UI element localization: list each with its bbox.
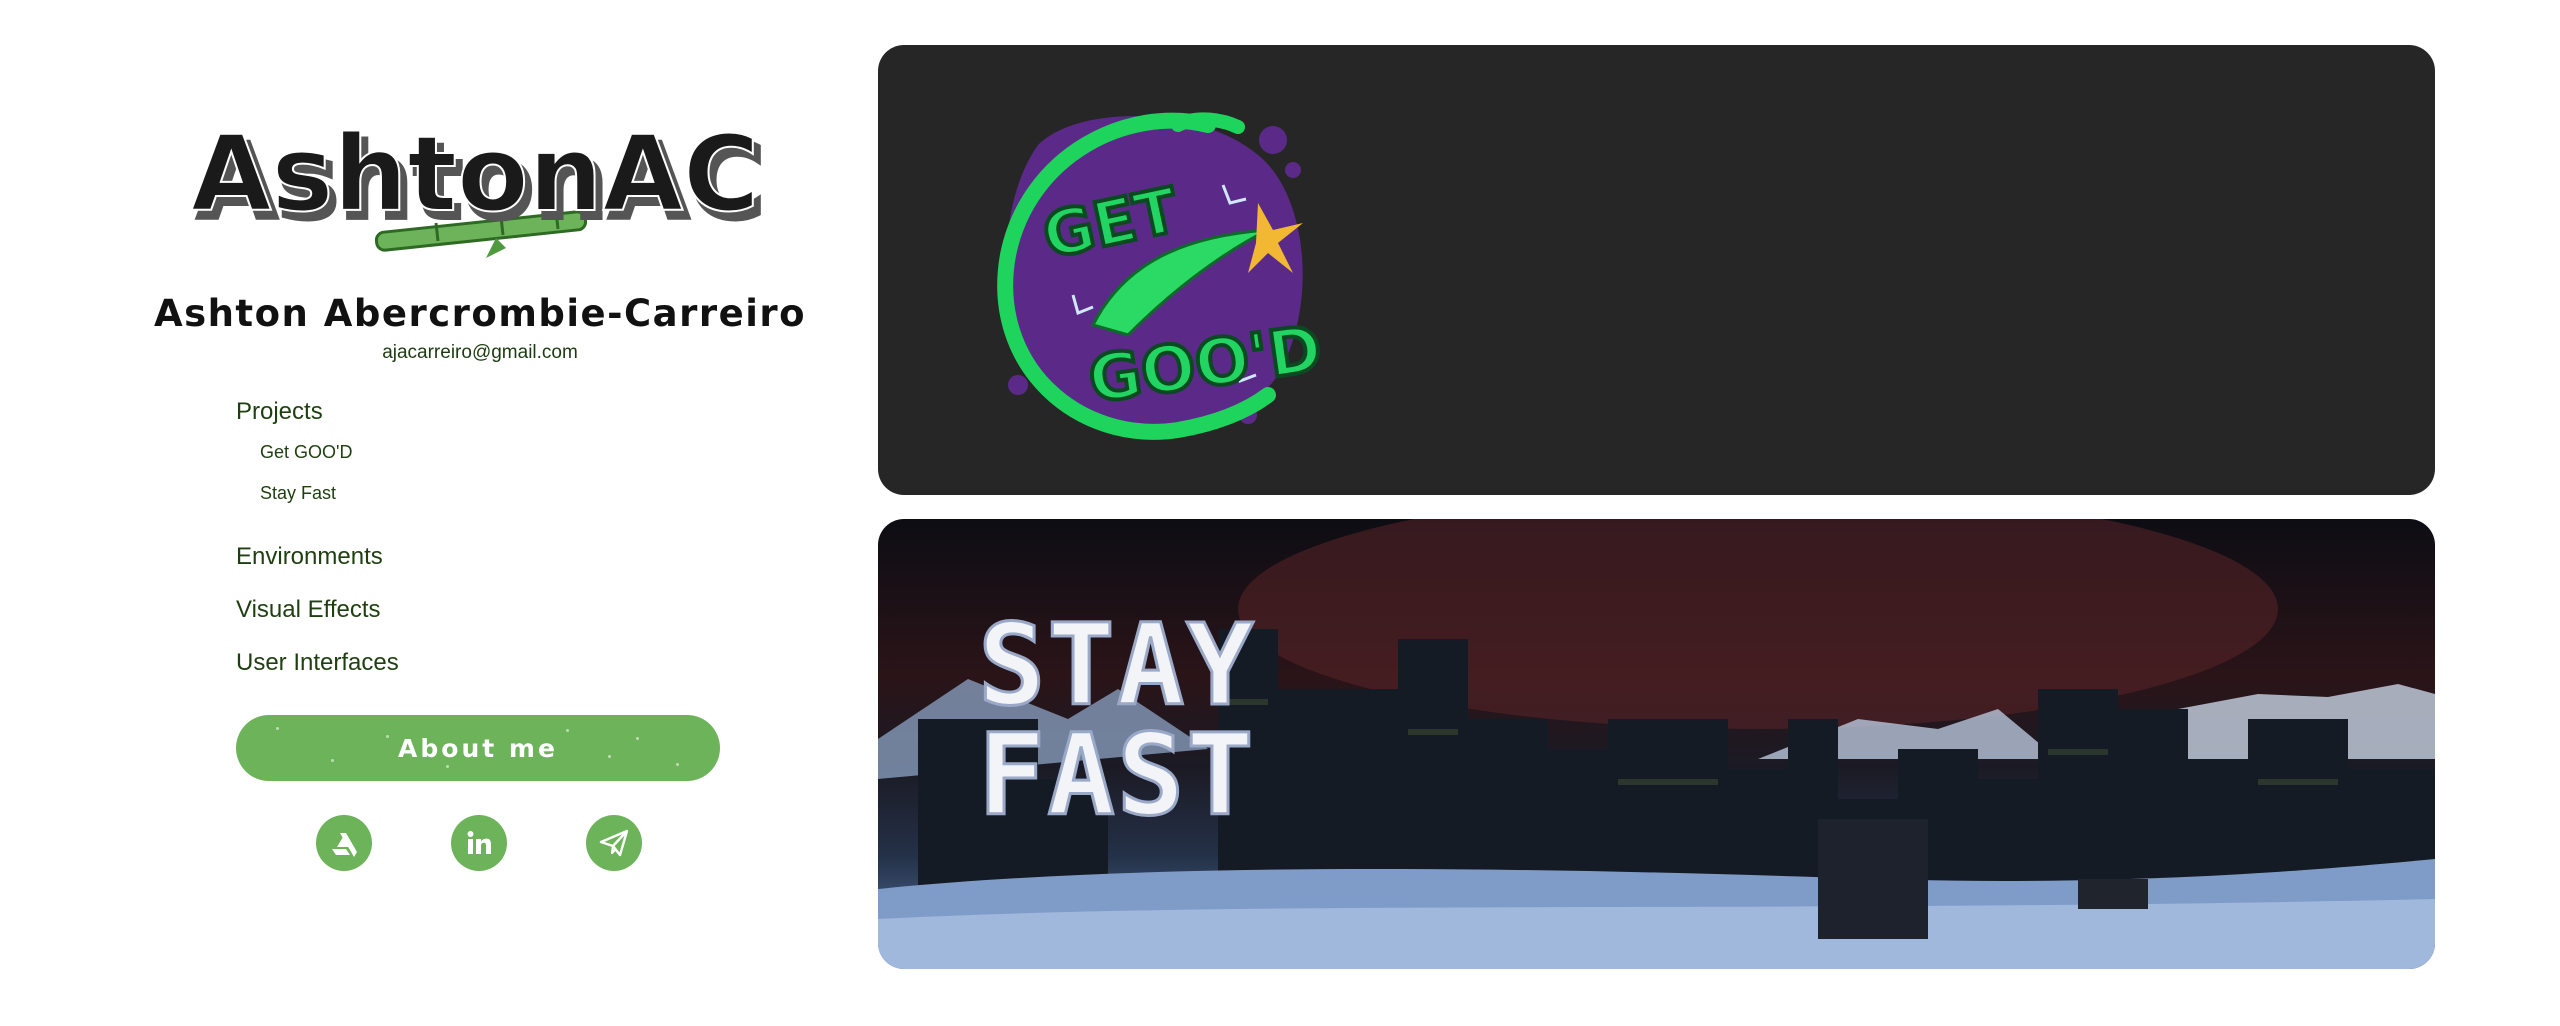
get-good-art: GET GOO'D (997, 112, 1328, 440)
nav-user-interfaces[interactable]: User Interfaces (236, 647, 736, 679)
artstation-icon (332, 833, 357, 857)
stay-fast-logo: STAY FAST (977, 600, 1256, 843)
logo-text: AshtonAC (191, 113, 759, 235)
linkedin-icon (467, 831, 491, 854)
main-nav: Projects Get GOO'D Stay Fast Environment… (236, 396, 736, 679)
ashtonac-logo-art: AshtonAC AshtonAC (190, 112, 767, 258)
about-me-label: About me (398, 733, 558, 763)
sidebar: AshtonAC AshtonAC Ashton Abercrombie-Car… (0, 0, 880, 1026)
site-logo[interactable]: AshtonAC AshtonAC (186, 110, 776, 270)
nav-projects[interactable]: Projects (236, 396, 736, 428)
nav-project-get-good[interactable]: Get GOO'D (260, 438, 736, 466)
contact-send-link[interactable] (586, 815, 642, 871)
stay-fast-title-line2: FAST (978, 711, 1256, 841)
artstation-link[interactable] (316, 815, 372, 871)
linkedin-link[interactable] (451, 815, 507, 871)
nav-project-stay-fast[interactable]: Stay Fast (260, 479, 736, 507)
project-card-stay-fast[interactable]: STAY FAST (878, 519, 2435, 969)
nav-environments[interactable]: Environments (236, 541, 736, 573)
portfolio-page: AshtonAC AshtonAC Ashton Abercrombie-Car… (0, 0, 2560, 1026)
owner-email-link[interactable]: ajacarreiro@gmail.com (0, 342, 960, 364)
stay-fast-art: STAY FAST (878, 519, 2435, 969)
owner-name: Ashton Abercrombie-Carreiro (153, 292, 807, 335)
nav-visual-effects[interactable]: Visual Effects (236, 594, 736, 626)
project-card-get-good[interactable]: GET GOO'D (878, 45, 2435, 495)
about-me-button[interactable]: About me (236, 715, 720, 781)
get-good-logo: GET GOO'D (997, 112, 1328, 440)
send-icon (599, 829, 629, 857)
